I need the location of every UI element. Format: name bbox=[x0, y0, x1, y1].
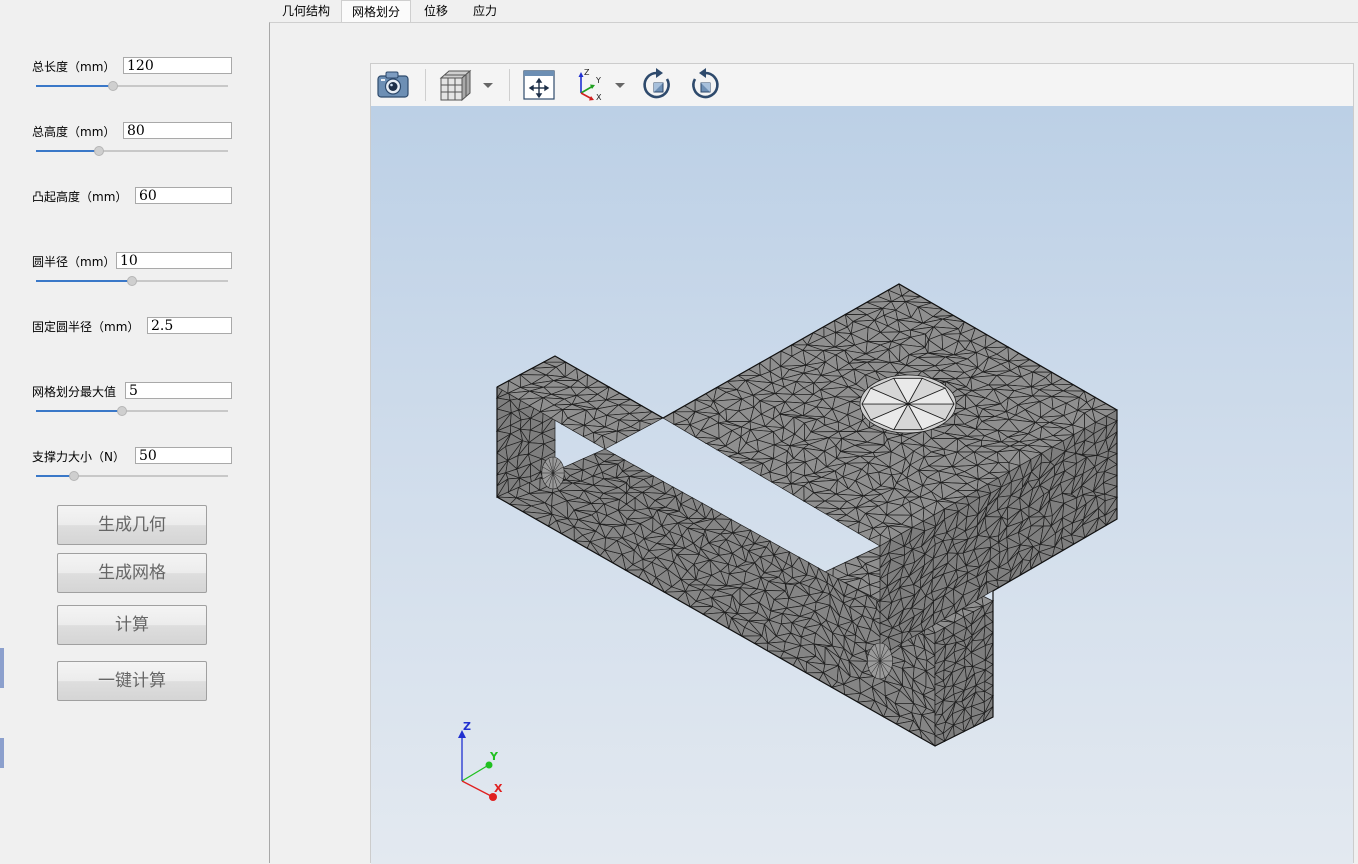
total-height-label: 总高度（mm） bbox=[32, 125, 116, 139]
slider-thumb[interactable] bbox=[94, 146, 105, 156]
circle-radius-input[interactable] bbox=[116, 252, 232, 269]
tab-stress[interactable]: 应力 bbox=[462, 0, 508, 22]
tab-geometry[interactable]: 几何结构 bbox=[272, 0, 340, 22]
generate-geometry-button[interactable]: 生成几何 bbox=[57, 505, 207, 545]
boss-height-label: 凸起高度（mm） bbox=[32, 190, 128, 204]
slider-thumb[interactable] bbox=[117, 406, 128, 416]
slider-fill bbox=[36, 410, 123, 412]
mesh-element bbox=[996, 579, 1011, 589]
total-length-slider[interactable] bbox=[36, 81, 228, 91]
slider-thumb[interactable] bbox=[107, 81, 118, 91]
y-axis-line bbox=[461, 765, 488, 782]
rotate-counterclockwise-icon[interactable] bbox=[687, 67, 723, 103]
parameter-panel: 总长度（mm） 总高度（mm） 凸起高度（mm） 圆半径（mm） 固定圆半径（m… bbox=[0, 0, 268, 863]
3d-viewer: Z Y X Z Y X bbox=[370, 63, 1354, 864]
toolbar-separator bbox=[425, 69, 426, 101]
mesh-element bbox=[662, 411, 675, 426]
total-length-label: 总长度（mm） bbox=[32, 60, 116, 74]
mesh-max-input[interactable] bbox=[125, 382, 232, 399]
x-axis-label: X bbox=[494, 782, 503, 795]
total-height-slider[interactable] bbox=[36, 146, 228, 156]
svg-text:X: X bbox=[596, 93, 602, 102]
right-fixed-circle bbox=[867, 642, 893, 680]
slider-thumb[interactable] bbox=[127, 276, 137, 286]
window-edge-marker bbox=[0, 648, 4, 688]
total-height-input[interactable] bbox=[123, 122, 232, 139]
one-click-compute-button[interactable]: 一键计算 bbox=[57, 661, 207, 701]
slider-fill bbox=[36, 280, 132, 282]
toolbar-separator bbox=[509, 69, 510, 101]
circle-radius-label: 圆半径（mm） bbox=[32, 255, 116, 269]
view-cube-dropdown-icon[interactable] bbox=[481, 78, 495, 92]
window-edge-marker bbox=[0, 738, 4, 768]
fixed-circle-radius-input[interactable] bbox=[147, 317, 232, 334]
camera-icon[interactable] bbox=[375, 67, 411, 103]
tab-displacement[interactable]: 位移 bbox=[413, 0, 459, 22]
mesh-max-label: 网格划分最大值 bbox=[32, 385, 117, 399]
rotate-clockwise-icon[interactable] bbox=[639, 67, 675, 103]
y-axis-label: Y bbox=[489, 750, 499, 763]
fit-all-icon[interactable] bbox=[521, 67, 557, 103]
mesh-element bbox=[543, 355, 568, 363]
support-force-label: 支撑力大小（N） bbox=[32, 450, 125, 464]
support-force-input[interactable] bbox=[135, 447, 232, 464]
mesh-max-slider[interactable] bbox=[36, 406, 228, 416]
fixed-circle-radius-label: 固定圆半径（mm） bbox=[32, 320, 140, 334]
svg-text:Z: Z bbox=[584, 68, 590, 77]
tab-bar: 几何结构 网格划分 位移 应力 bbox=[270, 0, 1358, 23]
slider-fill bbox=[36, 150, 100, 152]
viewport-canvas[interactable]: Z Y X bbox=[371, 106, 1353, 864]
generate-mesh-button[interactable]: 生成网格 bbox=[57, 553, 207, 593]
axis-orientation-dropdown-icon[interactable] bbox=[613, 78, 627, 92]
circle-radius-slider[interactable] bbox=[36, 276, 228, 286]
x-axis-line bbox=[461, 780, 492, 797]
axis-orientation-icon[interactable]: Z Y X bbox=[571, 67, 607, 103]
total-length-input[interactable] bbox=[123, 57, 232, 74]
boss-height-input[interactable] bbox=[135, 187, 232, 204]
z-axis-label: Z bbox=[463, 720, 471, 733]
slider-fill bbox=[36, 85, 113, 87]
viewer-toolbar: Z Y X bbox=[371, 64, 1353, 107]
view-cube-icon[interactable] bbox=[437, 67, 473, 103]
compute-button[interactable]: 计算 bbox=[57, 605, 207, 645]
svg-text:Y: Y bbox=[595, 76, 601, 85]
tab-mesh[interactable]: 网格划分 bbox=[341, 0, 411, 23]
slider-thumb[interactable] bbox=[69, 471, 80, 481]
support-force-slider[interactable] bbox=[36, 471, 228, 481]
left-fixed-circle bbox=[541, 456, 565, 490]
axis-triad: Z Y X bbox=[458, 720, 503, 801]
